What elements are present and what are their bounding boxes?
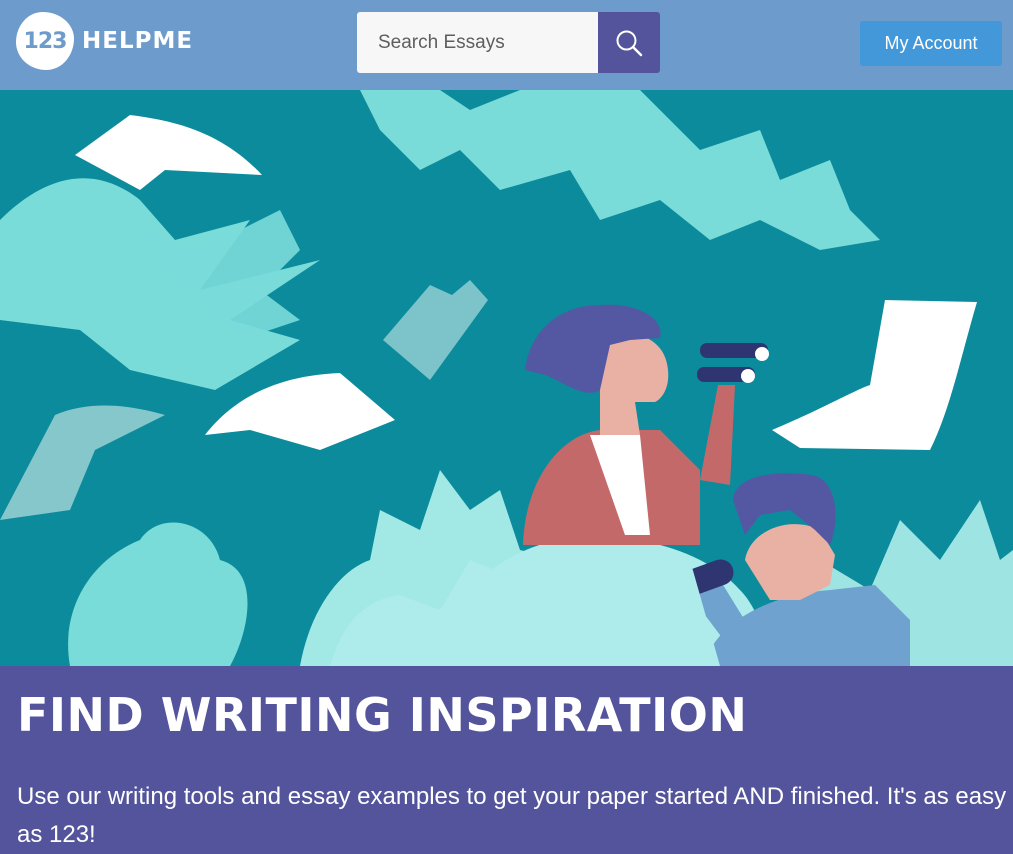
- bush-shape: [68, 522, 248, 666]
- search-input[interactable]: [357, 12, 598, 73]
- woman-arm: [700, 385, 735, 485]
- jungle-illustration: [0, 90, 1013, 666]
- paper-shape: [0, 405, 165, 520]
- search-bar: [357, 12, 660, 73]
- leaf-shape: [360, 90, 880, 250]
- banner-description: Use our writing tools and essay examples…: [17, 783, 1007, 848]
- site-header: 123 HELPME My Account: [0, 0, 1013, 90]
- logo-text: HELPME: [82, 28, 194, 54]
- paper-shape: [772, 300, 977, 450]
- logo-badge: 123: [16, 12, 74, 70]
- site-logo[interactable]: 123 HELPME: [16, 12, 193, 70]
- my-account-button[interactable]: My Account: [860, 21, 1002, 66]
- hero-illustration: [0, 90, 1013, 666]
- leaf-shape: [0, 178, 320, 390]
- search-button[interactable]: [598, 12, 660, 73]
- paper-shape: [383, 280, 488, 380]
- search-icon: [616, 30, 643, 56]
- woman-head: [600, 332, 669, 435]
- paper-shape: [205, 373, 395, 450]
- paper-shape: [75, 115, 262, 190]
- banner-title: FIND WRITING INSPIRATION: [17, 688, 748, 742]
